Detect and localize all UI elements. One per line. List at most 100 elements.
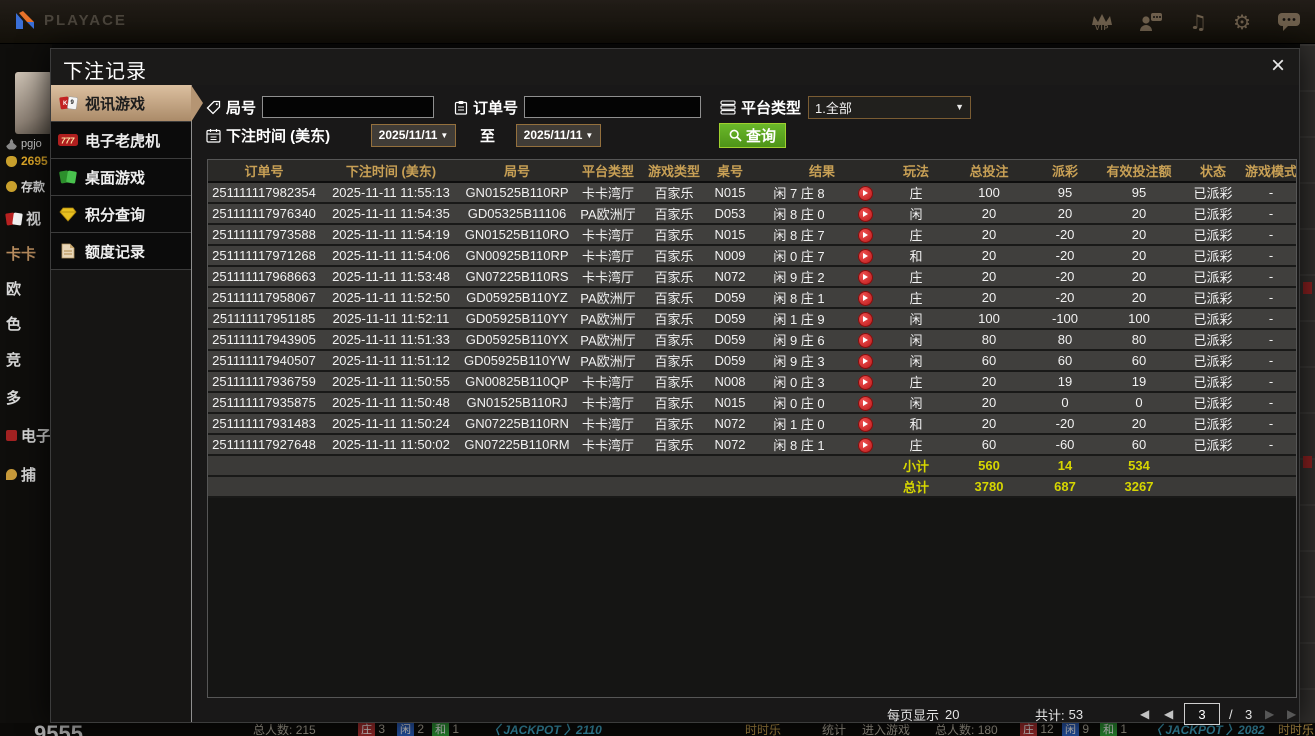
prev-page-icon[interactable]: ◀ xyxy=(1164,703,1173,725)
cell-round-id: GN01525B110RP xyxy=(462,182,572,203)
table-row: 251111117936759 2025-11-11 11:50:55 GN00… xyxy=(208,371,1297,392)
cell-round-id: GN00825B110QP xyxy=(462,371,572,392)
platform-filter: 平台类型 1.全部 ▼ xyxy=(720,94,971,120)
customer-service-icon[interactable] xyxy=(1139,12,1163,32)
next-page-icon[interactable]: ▶ xyxy=(1265,703,1274,725)
sidebar-item-live-games[interactable]: K 9 视讯游戏 xyxy=(51,85,191,122)
cell-round-id: GN01525B110RO xyxy=(462,224,572,245)
col-total-bet: 总投注 xyxy=(944,160,1034,182)
lobby-menu-item: 欧 xyxy=(6,278,21,299)
last-page-icon[interactable]: ▶ xyxy=(1287,703,1296,725)
cell-payout: 95 xyxy=(1034,182,1096,203)
first-page-icon[interactable]: ◀ xyxy=(1140,703,1149,725)
date-to-picker[interactable]: 2025/11/11▼ xyxy=(516,122,601,148)
cell-platform: 卡卡湾厅 xyxy=(572,434,644,455)
cell-status: 已派彩 xyxy=(1182,392,1244,413)
cell-play-type: 庄 xyxy=(888,434,944,455)
cell-round-id: GN07225B110RS xyxy=(462,266,572,287)
cell-game-mode: - xyxy=(1244,287,1297,308)
cell-order-id: 251111117971268 xyxy=(208,245,320,266)
search-button[interactable]: 查询 xyxy=(719,123,786,148)
cell-payout: -20 xyxy=(1034,413,1096,434)
cell-game-mode: - xyxy=(1244,224,1297,245)
cell-round-id: GD05925B110YZ xyxy=(462,287,572,308)
cell-order-id: 251111117973588 xyxy=(208,224,320,245)
table-footer: 每页显示20 共计:53 ◀ ◀ 3 / 3 ▶ ▶ xyxy=(207,703,1297,725)
close-icon[interactable]: × xyxy=(1271,53,1285,79)
cell-play-type: 庄 xyxy=(888,266,944,287)
cell-game-type: 百家乐 xyxy=(644,371,704,392)
col-game-mode: 游戏模式 xyxy=(1244,160,1297,182)
replay-video-icon[interactable] xyxy=(858,417,873,432)
date-from-picker[interactable]: 2025/11/11▼ xyxy=(371,122,456,148)
sidebar-item-points[interactable]: 积分查询 xyxy=(51,196,191,233)
replay-video-icon[interactable] xyxy=(858,291,873,306)
cell-status: 已派彩 xyxy=(1182,350,1244,371)
table-header-row: 订单号 下注时间 (美东) 局号 平台类型 游戏类型 桌号 结果 玩法 总投注 … xyxy=(208,160,1297,182)
order-filter: 订单号 xyxy=(454,94,701,120)
cell-order-id: 251111117935875 xyxy=(208,392,320,413)
bet-records-table: 订单号 下注时间 (美东) 局号 平台类型 游戏类型 桌号 结果 玩法 总投注 … xyxy=(207,159,1297,698)
cell-play-type: 闲 xyxy=(888,308,944,329)
table-row: 251111117976340 2025-11-11 11:54:35 GD05… xyxy=(208,203,1297,224)
replay-video-icon[interactable] xyxy=(858,396,873,411)
cell-valid-bet: 0 xyxy=(1096,392,1182,413)
replay-video-icon[interactable] xyxy=(858,249,873,264)
per-page[interactable]: 每页显示20 xyxy=(887,703,959,725)
replay-video-icon[interactable] xyxy=(858,312,873,327)
cell-game-type: 百家乐 xyxy=(644,350,704,371)
cell-round-id: GD05925B110YY xyxy=(462,308,572,329)
lobby-menu-video: 视 xyxy=(6,208,41,229)
cell-platform: PA欧洲厅 xyxy=(572,287,644,308)
order-input[interactable] xyxy=(524,96,701,118)
chat-icon[interactable] xyxy=(1277,12,1301,32)
page-input[interactable]: 3 xyxy=(1184,703,1220,725)
cell-game-type: 百家乐 xyxy=(644,182,704,203)
cell-table-no: N072 xyxy=(704,266,756,287)
replay-video-icon[interactable] xyxy=(858,354,873,369)
chevron-down-icon: ▼ xyxy=(585,131,593,140)
cell-order-id: 251111117940507 xyxy=(208,350,320,371)
app-screen: PLAYACE VIP ♫ ⚙ xyxy=(0,0,1315,736)
replay-video-icon[interactable] xyxy=(858,438,873,453)
cell-platform: 卡卡湾厅 xyxy=(572,371,644,392)
cell-game-type: 百家乐 xyxy=(644,413,704,434)
cell-status: 已派彩 xyxy=(1182,203,1244,224)
replay-video-icon[interactable] xyxy=(858,186,873,201)
cell-result: 闲 8 庄 7 xyxy=(756,224,842,245)
cell-order-id: 251111117927648 xyxy=(208,434,320,455)
cell-total-bet: 20 xyxy=(944,224,1034,245)
sidebar-item-quota-records[interactable]: 额度记录 xyxy=(51,233,191,270)
topbar-icons: VIP ♫ ⚙ xyxy=(1091,5,1301,39)
cell-order-id: 251111117943905 xyxy=(208,329,320,350)
vip-icon[interactable]: VIP xyxy=(1091,13,1113,32)
sidebar-item-slots[interactable]: 777 电子老虎机 xyxy=(51,122,191,159)
col-status: 状态 xyxy=(1182,160,1244,182)
cell-table-no: N072 xyxy=(704,413,756,434)
settings-gear-icon[interactable]: ⚙ xyxy=(1233,12,1251,32)
replay-video-icon[interactable] xyxy=(858,207,873,222)
replay-video-icon[interactable] xyxy=(858,333,873,348)
col-play-type: 玩法 xyxy=(888,160,944,182)
sidebar-item-table-games[interactable]: 桌面游戏 xyxy=(51,159,191,196)
cell-game-mode: - xyxy=(1244,266,1297,287)
replay-video-icon[interactable] xyxy=(858,375,873,390)
cell-result: 闲 8 庄 0 xyxy=(756,203,842,224)
cell-valid-bet: 100 xyxy=(1096,308,1182,329)
round-input[interactable] xyxy=(262,96,434,118)
cell-order-id: 251111117958067 xyxy=(208,287,320,308)
cell-payout: 60 xyxy=(1034,350,1096,371)
replay-video-icon[interactable] xyxy=(858,270,873,285)
cell-play-type: 闲 xyxy=(888,392,944,413)
music-icon[interactable]: ♫ xyxy=(1189,12,1207,32)
cell-valid-bet: 20 xyxy=(1096,413,1182,434)
cell-bet-time: 2025-11-11 11:53:48 xyxy=(320,266,462,287)
platform-select[interactable]: 1.全部 ▼ xyxy=(808,96,971,119)
cell-bet-time: 2025-11-11 11:52:50 xyxy=(320,287,462,308)
cell-order-id: 251111117968663 xyxy=(208,266,320,287)
cell-valid-bet: 20 xyxy=(1096,203,1182,224)
cell-valid-bet: 60 xyxy=(1096,434,1182,455)
replay-video-icon[interactable] xyxy=(858,228,873,243)
cell-platform: 卡卡湾厅 xyxy=(572,266,644,287)
col-result: 结果 xyxy=(756,160,888,182)
